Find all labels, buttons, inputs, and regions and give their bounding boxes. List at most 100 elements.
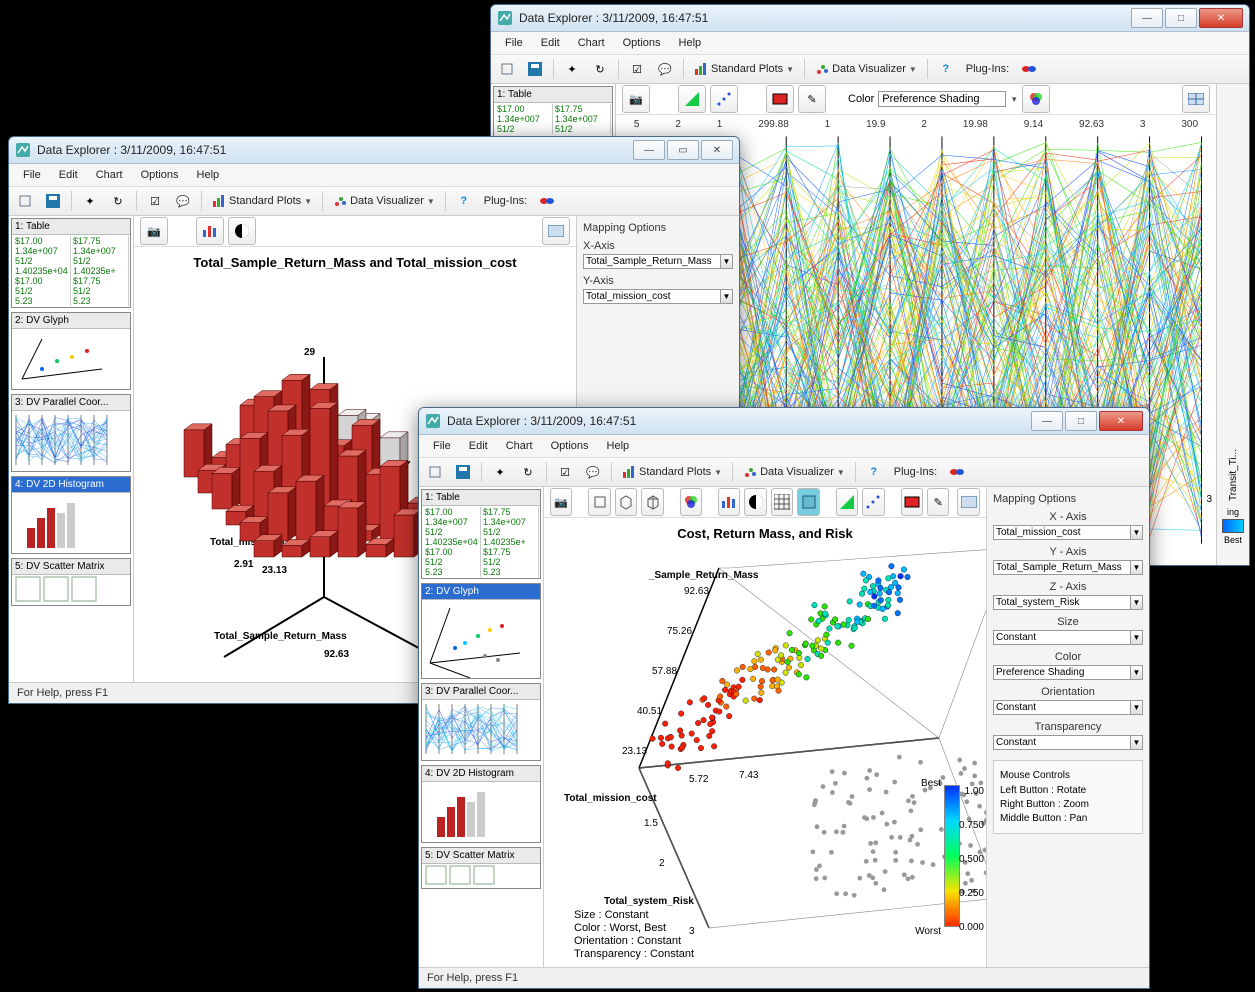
new-icon[interactable] — [423, 460, 447, 484]
thumb-glyph[interactable]: 2: DV Glyph — [421, 583, 541, 679]
refresh-icon[interactable]: ↻ — [106, 189, 130, 213]
menu-chart[interactable]: Chart — [88, 167, 131, 183]
close-button[interactable]: ✕ — [701, 140, 733, 160]
color-select[interactable] — [993, 665, 1131, 680]
grid-btn-icon[interactable] — [542, 217, 570, 245]
thumb-table[interactable]: 1: Table $17.00$17.75 1.34e+0071.34e+007… — [11, 218, 131, 308]
xaxis-select[interactable] — [583, 254, 721, 269]
glyph-chart[interactable]: Cost, Return Mass, and Risk _Sample_Retu… — [544, 518, 986, 967]
wand-icon[interactable]: ✦ — [488, 460, 512, 484]
pencil-icon[interactable]: ✎ — [927, 488, 949, 516]
menu-chart[interactable]: Chart — [570, 35, 613, 51]
close-button[interactable]: ✕ — [1199, 8, 1243, 28]
check-icon[interactable]: ☑ — [143, 189, 167, 213]
chevron-down-icon[interactable]: ▼ — [721, 289, 733, 304]
menu-file[interactable]: File — [425, 438, 459, 454]
menu-chart[interactable]: Chart — [498, 438, 541, 454]
green-tri-icon[interactable] — [678, 85, 706, 113]
minimize-button[interactable]: — — [1131, 8, 1163, 28]
maximize-button[interactable]: ▭ — [667, 140, 699, 160]
menu-help[interactable]: Help — [599, 438, 638, 454]
chat-icon[interactable]: 💬 — [171, 189, 195, 213]
titlebar[interactable]: Data Explorer : 3/11/2009, 16:47:51 — □ … — [419, 408, 1149, 435]
cube2-icon[interactable] — [615, 488, 637, 516]
red-rect-icon[interactable] — [901, 488, 923, 516]
maximize-button[interactable]: □ — [1065, 411, 1097, 431]
standard-plots-button[interactable]: Standard Plots▼ — [208, 194, 316, 208]
cube1-icon[interactable] — [588, 488, 610, 516]
standard-plots-button[interactable]: Standard Plots▼ — [690, 62, 798, 76]
pencil-icon[interactable]: ✎ — [798, 85, 826, 113]
zaxis-select[interactable] — [993, 595, 1131, 610]
rgb-icon[interactable] — [1022, 85, 1050, 113]
plugin-icon[interactable] — [1017, 57, 1041, 81]
contrast-icon[interactable] — [228, 217, 256, 245]
thumb-parallel[interactable]: 3: DV Parallel Coor... — [421, 683, 541, 761]
menu-options[interactable]: Options — [615, 35, 669, 51]
thumb-parallel[interactable]: 3: DV Parallel Coor... — [11, 394, 131, 472]
check-icon[interactable]: ☑ — [553, 460, 577, 484]
thumb-scatter-matrix[interactable]: 5: DV Scatter Matrix — [421, 847, 541, 889]
xaxis-select[interactable] — [993, 525, 1131, 540]
menu-edit[interactable]: Edit — [51, 167, 86, 183]
help-icon[interactable]: ? — [934, 57, 958, 81]
refresh-icon[interactable]: ↻ — [516, 460, 540, 484]
dots-icon[interactable] — [862, 488, 884, 516]
menu-options[interactable]: Options — [133, 167, 187, 183]
titlebar[interactable]: Data Explorer : 3/11/2009, 16:47:51 — □ … — [491, 5, 1249, 32]
data-visualizer-button[interactable]: Data Visualizer▼ — [811, 62, 921, 76]
cube-fill-icon[interactable] — [797, 488, 819, 516]
size-select[interactable] — [993, 630, 1131, 645]
refresh-icon[interactable]: ↻ — [588, 57, 612, 81]
save-icon[interactable] — [451, 460, 475, 484]
color-select[interactable] — [878, 91, 1006, 107]
camera-icon[interactable]: 📷 — [550, 488, 572, 516]
cube3-icon[interactable] — [641, 488, 663, 516]
rgb-icon[interactable] — [680, 488, 702, 516]
thumb-scatter-matrix[interactable]: 5: DV Scatter Matrix — [11, 558, 131, 606]
menu-options[interactable]: Options — [543, 438, 597, 454]
menu-help[interactable]: Help — [189, 167, 228, 183]
chevron-down-icon[interactable]: ▼ — [1010, 95, 1018, 104]
barchart-icon[interactable] — [718, 488, 740, 516]
plugin-icon[interactable] — [945, 460, 969, 484]
save-icon[interactable] — [523, 57, 547, 81]
minimize-button[interactable]: — — [633, 140, 665, 160]
new-icon[interactable] — [13, 189, 37, 213]
plugin-icon[interactable] — [535, 189, 559, 213]
barchart-icon[interactable] — [196, 217, 224, 245]
menu-file[interactable]: File — [497, 35, 531, 51]
yaxis-select[interactable] — [583, 289, 721, 304]
new-icon[interactable] — [495, 57, 519, 81]
green-tri-icon[interactable] — [836, 488, 858, 516]
close-button[interactable]: ✕ — [1099, 411, 1143, 431]
save-icon[interactable] — [41, 189, 65, 213]
camera-icon[interactable]: 📷 — [140, 217, 168, 245]
menu-edit[interactable]: Edit — [461, 438, 496, 454]
thumb-histogram[interactable]: 4: DV 2D Histogram — [421, 765, 541, 843]
help-icon[interactable]: ? — [862, 460, 886, 484]
grid-icon[interactable] — [771, 488, 793, 516]
titlebar[interactable]: Data Explorer : 3/11/2009, 16:47:51 — ▭ … — [9, 137, 739, 164]
maximize-button[interactable]: □ — [1165, 8, 1197, 28]
minimize-button[interactable]: — — [1031, 411, 1063, 431]
contrast-icon[interactable] — [744, 488, 766, 516]
thumb-table[interactable]: 1: Table $17.00$17.75 1.34e+0071.34e+007… — [421, 489, 541, 579]
chat-icon[interactable]: 💬 — [653, 57, 677, 81]
thumb-histogram[interactable]: 4: DV 2D Histogram — [11, 476, 131, 554]
grid-btn-icon[interactable] — [1182, 85, 1210, 113]
thumb-glyph[interactable]: 2: DV Glyph — [11, 312, 131, 390]
chevron-down-icon[interactable]: ▼ — [721, 254, 733, 269]
data-visualizer-button[interactable]: Data Visualizer▼ — [739, 465, 849, 479]
standard-plots-button[interactable]: Standard Plots▼ — [618, 465, 726, 479]
check-icon[interactable]: ☑ — [625, 57, 649, 81]
dots-icon[interactable] — [710, 85, 738, 113]
chat-icon[interactable]: 💬 — [581, 460, 605, 484]
red-rect-icon[interactable] — [766, 85, 794, 113]
menu-file[interactable]: File — [15, 167, 49, 183]
yaxis-select[interactable] — [993, 560, 1131, 575]
menu-edit[interactable]: Edit — [533, 35, 568, 51]
wand-icon[interactable]: ✦ — [560, 57, 584, 81]
help-icon[interactable]: ? — [452, 189, 476, 213]
data-visualizer-button[interactable]: Data Visualizer▼ — [329, 194, 439, 208]
